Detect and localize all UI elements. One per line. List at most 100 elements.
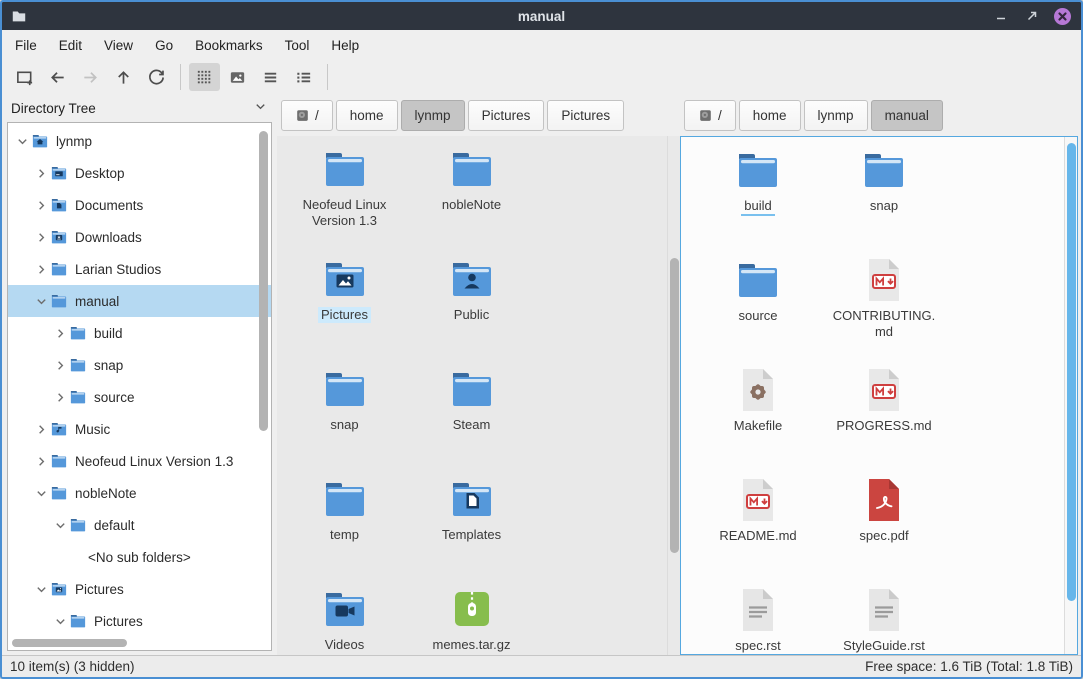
file-item-memes-tar-gz[interactable]: memes.tar.gz (408, 576, 535, 655)
chevron-right-icon[interactable] (52, 325, 69, 342)
tree-item-music[interactable]: Music (8, 413, 271, 445)
menu-edit[interactable]: Edit (48, 33, 93, 58)
file-item-build[interactable]: build (695, 137, 821, 247)
left-crumb-pictures[interactable]: Pictures (547, 100, 624, 131)
tree-item-documents[interactable]: Documents (8, 189, 271, 221)
menu-bookmarks[interactable]: Bookmarks (184, 33, 274, 58)
file-item-styleguide-rst[interactable]: StyleGuide.rst (821, 577, 947, 655)
file-item-public[interactable]: Public (408, 246, 535, 356)
file-label: nobleNote (439, 197, 504, 213)
tree-item-label: Desktop (75, 166, 131, 181)
thumbnail-view-button[interactable] (222, 63, 253, 91)
compact-view-button[interactable] (255, 63, 286, 91)
menu-help[interactable]: Help (320, 33, 370, 58)
file-item-temp[interactable]: temp (281, 466, 408, 576)
chevron-right-icon[interactable] (52, 389, 69, 406)
up-button[interactable] (108, 63, 139, 91)
file-item-neofeud-linux-version-1-3[interactable]: Neofeud Linux Version 1.3 (281, 136, 408, 246)
tree-horizontal-scrollbar[interactable] (12, 639, 127, 647)
menu-tool[interactable]: Tool (274, 33, 321, 58)
tree-item-larian-studios[interactable]: Larian Studios (8, 253, 271, 285)
chevron-right-icon[interactable] (33, 197, 50, 214)
tree-item-pictures[interactable]: Pictures (8, 573, 271, 605)
chevron-down-icon[interactable] (253, 99, 268, 117)
maximize-button[interactable] (1023, 7, 1041, 25)
new-tab-button[interactable] (9, 63, 40, 91)
tree-vertical-scrollbar[interactable] (259, 131, 268, 431)
tree-item-noblenote[interactable]: nobleNote (8, 477, 271, 509)
file-item-spec-rst[interactable]: spec.rst (695, 577, 821, 655)
menu-go[interactable]: Go (144, 33, 184, 58)
detailed-view-button[interactable] (288, 63, 319, 91)
chevron-right-icon[interactable] (33, 229, 50, 246)
tree-item-build[interactable]: build (8, 317, 271, 349)
right-scrollbar-handle[interactable] (1067, 143, 1076, 601)
file-label: PROGRESS.md (833, 418, 934, 434)
tree-item-neofeud-linux-version-1-3[interactable]: Neofeud Linux Version 1.3 (8, 445, 271, 477)
folder-icon (321, 475, 369, 523)
chevron-right-icon[interactable] (33, 165, 50, 182)
left-crumb-home[interactable]: home (336, 100, 398, 131)
tree-item-pictures[interactable]: Pictures (8, 605, 271, 637)
chevron-down-icon[interactable] (52, 517, 69, 534)
tree-item-default[interactable]: default (8, 509, 271, 541)
folder-pictures-icon (321, 255, 369, 303)
markdown-icon (734, 476, 782, 524)
chevron-down-icon[interactable] (33, 485, 50, 502)
reload-button[interactable] (141, 63, 172, 91)
left-scrollbar-handle[interactable] (670, 258, 679, 553)
file-item-templates[interactable]: Templates (408, 466, 535, 576)
chevron-down-icon[interactable] (33, 581, 50, 598)
right-crumb-home[interactable]: home (739, 100, 801, 131)
right-file-view[interactable]: build snap source CONTRIBUTING.md Makefi… (680, 136, 1078, 655)
sidebar: Directory Tree lynmp Desktop Documents D… (2, 94, 277, 655)
left-crumb-root[interactable]: / (281, 100, 333, 131)
chevron-right-icon[interactable] (33, 453, 50, 470)
left-scrollbar-track[interactable] (667, 136, 680, 655)
new-tab-icon (15, 68, 34, 87)
right-crumb-manual[interactable]: manual (871, 100, 943, 131)
file-manager-window: manual FileEditViewGoBookmarksToolHelp D… (0, 0, 1083, 679)
chevron-right-icon[interactable] (33, 421, 50, 438)
tree-item--no-sub-folders-[interactable]: <No sub folders> (8, 541, 271, 573)
file-item-spec-pdf[interactable]: spec.pdf (821, 467, 947, 577)
tree-item-downloads[interactable]: Downloads (8, 221, 271, 253)
tree-item-snap[interactable]: snap (8, 349, 271, 381)
chevron-down-icon[interactable] (52, 613, 69, 630)
tree-item-manual[interactable]: manual (8, 285, 271, 317)
file-item-snap[interactable]: snap (821, 137, 947, 247)
minimize-button[interactable] (992, 7, 1010, 25)
tree-item-lynmp[interactable]: lynmp (8, 125, 271, 157)
left-file-view[interactable]: Neofeud Linux Version 1.3 nobleNote Pict… (277, 136, 680, 655)
file-label: StyleGuide.rst (840, 638, 928, 654)
right-crumb-lynmp[interactable]: lynmp (804, 100, 868, 131)
icon-view-button[interactable] (189, 63, 220, 91)
close-button[interactable] (1054, 8, 1071, 25)
file-item-source[interactable]: source (695, 247, 821, 357)
folder-icon (860, 146, 908, 194)
tree-item-source[interactable]: source (8, 381, 271, 413)
file-item-snap[interactable]: snap (281, 356, 408, 466)
file-item-readme-md[interactable]: README.md (695, 467, 821, 577)
menu-file[interactable]: File (4, 33, 48, 58)
left-crumb-lynmp[interactable]: lynmp (401, 100, 465, 131)
right-crumb-root[interactable]: / (684, 100, 736, 131)
file-item-progress-md[interactable]: PROGRESS.md (821, 357, 947, 467)
status-item-count: 10 item(s) (3 hidden) (10, 659, 135, 674)
right-scrollbar-track[interactable] (1064, 137, 1077, 654)
tree-item-desktop[interactable]: Desktop (8, 157, 271, 189)
file-item-pictures[interactable]: Pictures (281, 246, 408, 356)
chevron-right-icon[interactable] (33, 261, 50, 278)
chevron-right-icon[interactable] (52, 357, 69, 374)
file-item-steam[interactable]: Steam (408, 356, 535, 466)
menu-view[interactable]: View (93, 33, 144, 58)
left-crumb-pictures[interactable]: Pictures (468, 100, 545, 131)
chevron-down-icon[interactable] (14, 133, 31, 150)
chevron-down-icon[interactable] (33, 293, 50, 310)
forward-button[interactable] (75, 63, 106, 91)
file-item-videos[interactable]: Videos (281, 576, 408, 655)
file-item-noblenote[interactable]: nobleNote (408, 136, 535, 246)
file-item-makefile[interactable]: Makefile (695, 357, 821, 467)
file-item-contributing-md[interactable]: CONTRIBUTING.md (821, 247, 947, 357)
back-button[interactable] (42, 63, 73, 91)
